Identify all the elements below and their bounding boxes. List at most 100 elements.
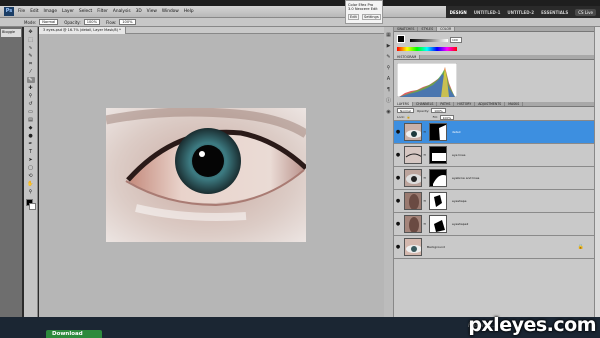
visibility-eye-icon[interactable]: ● (394, 152, 402, 158)
plugin-edit-button[interactable]: Edit (348, 14, 359, 20)
color-value-field[interactable]: 100 (450, 37, 462, 43)
visibility-eye-icon[interactable]: ● (394, 198, 402, 204)
fill-field[interactable]: 100% (439, 114, 455, 120)
menu-filter[interactable]: Filter (97, 9, 108, 14)
move-tool-icon[interactable]: ✥ (27, 29, 35, 35)
character-icon[interactable]: A (386, 76, 392, 82)
layer-opacity-field[interactable]: 100% (431, 108, 446, 113)
layer-row-detail[interactable]: ● ∞ detail (394, 121, 594, 144)
flow-field[interactable]: 100% (119, 19, 136, 25)
tab-masks[interactable]: MASKS (505, 102, 524, 106)
workspace-design[interactable]: DESIGN (450, 10, 467, 15)
shape-tool-icon[interactable]: ▢ (27, 165, 35, 171)
layer-row-background[interactable]: ● Background 🔒 (394, 236, 594, 259)
gradient-tool-icon[interactable]: ▤ (27, 117, 35, 123)
background-color-swatch[interactable] (29, 203, 36, 210)
brush-presets-icon[interactable]: ✎ (386, 54, 392, 60)
layer-row-eyeshape[interactable]: ● ∞ eyeshape (394, 190, 594, 213)
clone-source-icon[interactable]: ⚲ (386, 65, 392, 71)
flow-label: Flow: (106, 19, 117, 25)
plugin-settings-button[interactable]: Settings (361, 14, 381, 20)
menu-layer[interactable]: Layer (62, 9, 74, 14)
tab-histogram[interactable]: HISTOGRAM (394, 55, 421, 59)
layer-lock-icon: 🔒 (577, 244, 584, 250)
layer-row-eyeshape2[interactable]: ● ∞ eyeshape2 (394, 213, 594, 236)
layer-row-eye-lines[interactable]: ● ∞ eye lines (394, 144, 594, 167)
menu-file[interactable]: File (18, 9, 25, 14)
tab-channels[interactable]: CHANNELS (413, 102, 438, 106)
dodge-tool-icon[interactable]: ● (27, 133, 35, 139)
mode-select[interactable]: Normal (39, 19, 59, 25)
navigator-icon[interactable]: ◉ (386, 109, 392, 115)
clone-stamp-tool-icon[interactable]: ⚲ (27, 93, 35, 99)
tab-swatches[interactable]: SWATCHES (394, 27, 419, 31)
pen-tool-icon[interactable]: ✒ (27, 141, 35, 147)
workspace-essentials[interactable]: ESSENTIALS (541, 10, 568, 15)
workspace-untitled-1[interactable]: UNTITLED-1 (474, 10, 501, 15)
menu-edit[interactable]: Edit (30, 9, 38, 14)
marquee-tool-icon[interactable]: ⬚ (27, 37, 35, 43)
document-canvas[interactable] (106, 108, 306, 242)
panel-dock-icons: ▦ ▶ ✎ ⚲ A ¶ ⓘ ◉ (384, 27, 394, 317)
info-icon[interactable]: ⓘ (386, 98, 392, 104)
3d-rotate-tool-icon[interactable]: ⟲ (27, 173, 35, 179)
download-button[interactable]: Download (46, 330, 102, 338)
document-tabbar: 3 eyes.psd @ 16.7% (detail, Layer Mask/8… (39, 26, 384, 34)
paragraph-icon[interactable]: ¶ (386, 87, 392, 93)
zoom-tool-icon[interactable]: ⚲ (27, 189, 35, 195)
panel-scrollbar[interactable] (594, 27, 600, 317)
layer-mask-thumbnail[interactable] (429, 169, 447, 187)
healing-tool-icon[interactable]: ✚ (27, 85, 35, 91)
lock-icon[interactable]: 🔒 (407, 115, 411, 119)
link-icon: ∞ (423, 198, 427, 203)
menu-image[interactable]: Image (44, 9, 57, 14)
visibility-eye-icon[interactable]: ● (394, 221, 402, 227)
menu-window[interactable]: Window (162, 9, 179, 14)
menu-help[interactable]: Help (184, 9, 194, 14)
visibility-eye-icon[interactable]: ● (394, 244, 402, 250)
brush-tool-icon[interactable]: ✎ (26, 77, 35, 83)
history-icon[interactable]: ▦ (386, 32, 392, 38)
color-ramp[interactable] (397, 47, 457, 51)
visibility-eye-icon[interactable]: ● (394, 175, 402, 181)
cs-live-button[interactable]: CS Live (575, 8, 596, 16)
visibility-eye-icon[interactable]: ● (394, 129, 402, 135)
panel-foreground-swatch[interactable] (397, 35, 405, 43)
link-icon: ∞ (423, 129, 427, 134)
tab-paths[interactable]: PATHS (437, 102, 455, 106)
layer-thumbnail (404, 215, 422, 233)
desktop-icon[interactable]: Bloggie (1, 29, 21, 37)
blur-tool-icon[interactable]: ◆ (27, 125, 35, 131)
tab-layers[interactable]: LAYERS (394, 102, 413, 106)
menu-analysis[interactable]: Analysis (113, 9, 131, 14)
quick-select-tool-icon[interactable]: ✎ (27, 53, 35, 59)
layer-mask-thumbnail[interactable] (429, 123, 447, 141)
layer-mask-thumbnail[interactable] (429, 192, 447, 210)
menu-select[interactable]: Select (79, 9, 92, 14)
layer-row-eyebrow-and-lines[interactable]: ● ∞ eyebrow and lines (394, 167, 594, 190)
lasso-tool-icon[interactable]: ∿ (27, 45, 35, 51)
menu-3d[interactable]: 3D (136, 9, 142, 14)
path-select-tool-icon[interactable]: ➤ (27, 157, 35, 163)
workspace-untitled-2[interactable]: UNTITLED-2 (507, 10, 534, 15)
document-tab[interactable]: 3 eyes.psd @ 16.7% (detail, Layer Mask/8… (39, 26, 126, 34)
tab-adjustments[interactable]: ADJUSTMENTS (475, 102, 506, 106)
hand-tool-icon[interactable]: ✋ (27, 181, 35, 187)
tab-history[interactable]: HISTORY (454, 102, 476, 106)
eraser-tool-icon[interactable]: ▭ (27, 109, 35, 115)
crop-tool-icon[interactable]: ⌗ (27, 61, 35, 67)
link-icon: ∞ (423, 221, 427, 226)
history-brush-tool-icon[interactable]: ↺ (27, 101, 35, 107)
eyedropper-tool-icon[interactable]: ⁄ (27, 69, 35, 75)
tab-color[interactable]: COLOR (437, 27, 456, 31)
tab-styles[interactable]: STYLES (418, 27, 438, 31)
opacity-field[interactable]: 100% (83, 19, 100, 25)
blend-mode-select[interactable]: Normal (397, 108, 414, 113)
menu-view[interactable]: View (147, 9, 157, 14)
gray-slider[interactable] (410, 39, 448, 42)
layer-mask-thumbnail[interactable] (429, 146, 447, 164)
layer-mask-thumbnail[interactable] (429, 215, 447, 233)
layer-opacity-label: Opacity: (416, 108, 430, 113)
actions-icon[interactable]: ▶ (386, 43, 392, 49)
type-tool-icon[interactable]: T (27, 149, 35, 155)
